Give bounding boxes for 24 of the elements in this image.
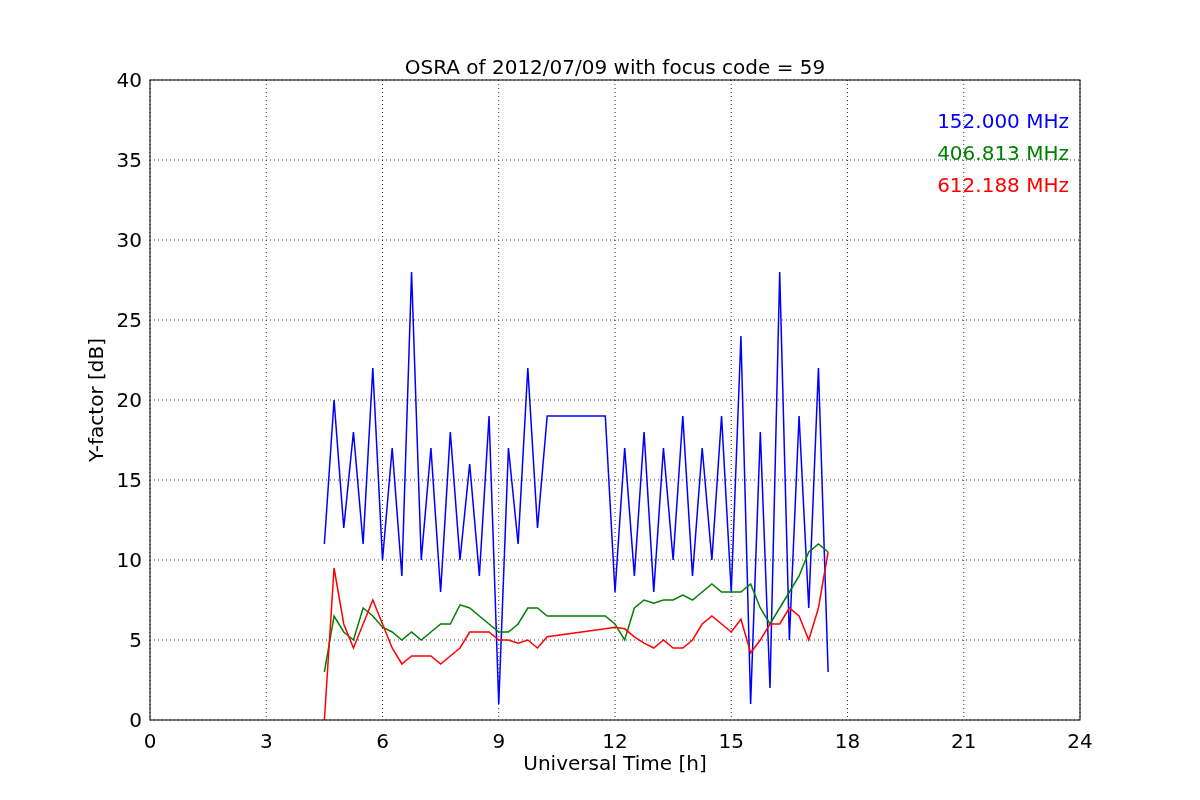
axis-title: Universal Time [h] — [523, 751, 707, 775]
axis-title: Y-factor [dB] — [84, 338, 108, 462]
tick-label: 12 — [602, 729, 628, 753]
legend-label: 406.813 MHz — [937, 141, 1069, 165]
tick-label: 5 — [129, 628, 142, 652]
tick-label: 10 — [116, 548, 142, 572]
tick-label: 24 — [1067, 729, 1093, 753]
chart-title: OSRA of 2012/07/09 with focus code = 59 — [404, 55, 826, 79]
tick-label: 15 — [718, 729, 744, 753]
tick-label: 20 — [116, 388, 142, 412]
tick-label: 40 — [116, 68, 142, 92]
tick-label: 15 — [116, 468, 142, 492]
tick-label: 21 — [951, 729, 977, 753]
tick-label: 0 — [129, 708, 142, 732]
tick-label: 9 — [492, 729, 506, 753]
tick-label: 3 — [259, 729, 273, 753]
tick-label: 18 — [834, 729, 861, 753]
tick-label: 6 — [376, 729, 389, 753]
tick-label: 0 — [143, 729, 157, 753]
legend-label: 612.188 MHz — [937, 173, 1069, 197]
legend-label: 152.000 MHz — [937, 109, 1069, 133]
tick-label: 35 — [116, 148, 142, 172]
tick-label: 25 — [116, 308, 142, 332]
tick-label: 30 — [116, 228, 142, 252]
